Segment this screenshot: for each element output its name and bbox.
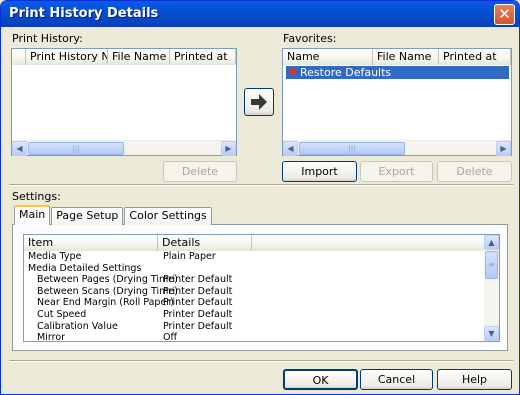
cancel-button[interactable]: Cancel — [360, 369, 433, 390]
header-details[interactable]: Details — [158, 235, 252, 251]
setting-item: Between Pages (Drying Time) — [28, 274, 178, 286]
setting-item: Media Detailed Settings — [28, 262, 142, 274]
close-button[interactable]: ✕ — [494, 4, 515, 25]
table-row[interactable]: Calibration Value Printer Default — [24, 321, 484, 332]
import-button[interactable]: Import — [282, 161, 357, 182]
favorites-item-label: Restore Defaults — [300, 66, 392, 79]
print-history-label: Print History: — [12, 32, 83, 45]
scroll-right-icon[interactable]: ▶ — [496, 141, 511, 156]
header-printed-at[interactable]: Printed at — [170, 49, 236, 65]
favorites-label: Favorites: — [283, 32, 337, 45]
header-print-history-number[interactable]: Print History Nu... — [26, 49, 108, 65]
table-row[interactable]: Media Type Plain Paper — [24, 251, 484, 262]
scroll-down-icon[interactable]: ▼ — [484, 326, 499, 341]
table-row[interactable]: Between Pages (Drying Time) Printer Defau… — [24, 274, 484, 285]
title-bar[interactable]: Print History Details ✕ — [1, 1, 519, 27]
settings-header: Item Details — [24, 235, 486, 251]
table-row[interactable]: Between Scans (Drying Time) Printer Defau… — [24, 286, 484, 297]
header-file-name[interactable]: File Name — [373, 49, 439, 65]
setting-item: Media Type — [28, 251, 82, 262]
setting-details: Printer Default — [163, 285, 233, 297]
window-title: Print History Details — [9, 6, 159, 21]
tab-color-settings[interactable]: Color Settings — [124, 207, 212, 225]
scroll-thumb[interactable]: ≡ — [485, 251, 498, 279]
table-row[interactable]: Cut Speed Printer Default — [24, 309, 484, 320]
setting-item: Calibration Value — [28, 320, 118, 332]
header-spacer — [12, 49, 26, 65]
settings-vscroll[interactable]: ▲ ≡ ▼ — [484, 235, 499, 341]
scroll-left-icon[interactable]: ◀ — [12, 141, 27, 156]
settings-list[interactable]: Item Details Media Type Plain Paper Media … — [23, 234, 500, 342]
setting-details: Plain Paper — [163, 251, 216, 262]
divider — [9, 184, 513, 186]
setting-details: Printer Default — [163, 320, 233, 332]
scroll-thumb[interactable]: ||| — [28, 142, 124, 155]
bullet-icon: ● — [289, 67, 297, 77]
header-printed-at[interactable]: Printed at — [439, 49, 511, 65]
print-history-delete-button[interactable]: Delete — [163, 161, 237, 182]
setting-item: Cut Speed — [28, 309, 87, 320]
tab-page-setup[interactable]: Page Setup — [51, 207, 124, 225]
print-history-header: Print History Nu... File Name Printed at — [12, 49, 236, 65]
close-icon: ✕ — [498, 5, 511, 23]
header-filler — [252, 235, 486, 251]
print-history-hscroll[interactable]: ◀ ||| ▶ — [12, 140, 236, 156]
settings-tabs: Main Page Setup Color Settings — [14, 205, 213, 225]
header-file-name[interactable]: File Name — [108, 49, 170, 65]
setting-details: Printer Default — [163, 309, 233, 320]
scroll-up-icon[interactable]: ▲ — [484, 235, 499, 250]
scroll-thumb[interactable]: ||| — [299, 142, 405, 155]
setting-item: Near End Margin (Roll Paper) — [28, 297, 174, 309]
setting-details: Printer Default — [163, 274, 233, 286]
table-row[interactable]: Mirror Off — [24, 332, 484, 342]
header-item[interactable]: Item — [24, 235, 158, 251]
ok-button[interactable]: OK — [283, 369, 358, 390]
setting-item: Between Scans (Drying Time) — [28, 285, 178, 297]
setting-details: Off — [163, 332, 178, 342]
favorites-header: Name File Name Printed at — [283, 49, 511, 65]
header-name[interactable]: Name — [283, 49, 373, 65]
tab-main[interactable]: Main — [14, 205, 51, 225]
table-row[interactable]: Near End Margin (Roll Paper) Printer Defa… — [24, 297, 484, 308]
right-arrow-icon — [251, 94, 267, 110]
settings-label: Settings: — [12, 190, 61, 203]
favorites-item-restore-defaults[interactable]: ● Restore Defaults — [286, 66, 509, 79]
setting-details: Printer Default — [163, 297, 233, 309]
favorites-delete-button[interactable]: Delete — [437, 161, 512, 182]
add-to-favorites-button[interactable] — [244, 88, 274, 116]
scroll-left-icon[interactable]: ◀ — [283, 141, 298, 156]
help-button[interactable]: Help — [437, 369, 512, 390]
setting-item: Mirror — [28, 332, 66, 342]
export-button[interactable]: Export — [360, 161, 433, 182]
favorites-list[interactable]: Name File Name Printed at ● Restore Defa… — [282, 48, 512, 156]
table-row[interactable]: Media Detailed Settings — [24, 263, 484, 274]
favorites-hscroll[interactable]: ◀ ||| ▶ — [283, 140, 511, 156]
print-history-list[interactable]: Print History Nu... File Name Printed at… — [11, 48, 237, 156]
divider — [9, 360, 513, 362]
scroll-right-icon[interactable]: ▶ — [221, 141, 236, 156]
print-history-details-dialog: Print History Details ✕ Print History: P… — [0, 0, 520, 395]
